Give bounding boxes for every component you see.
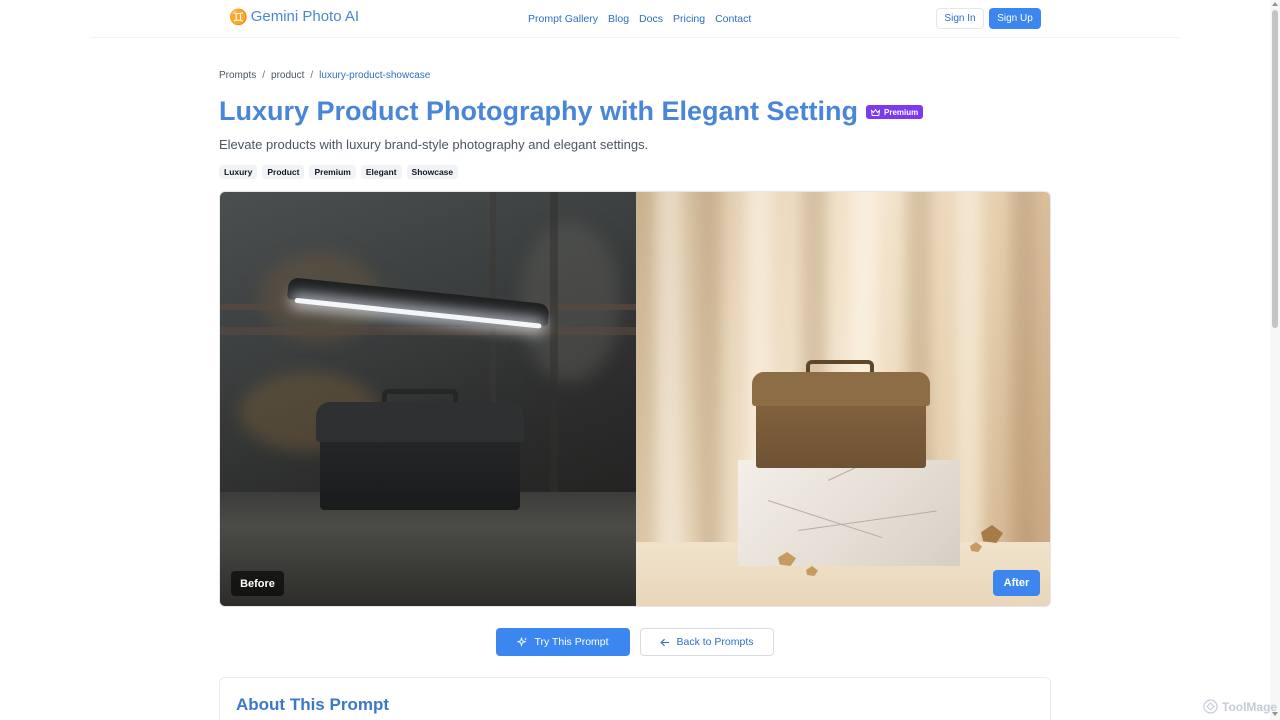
breadcrumb-current: luxury-product-showcase bbox=[319, 70, 431, 81]
sign-in-button[interactable]: Sign In bbox=[936, 8, 984, 29]
page-subtitle: Elevate products with luxury brand-style… bbox=[219, 137, 649, 152]
tag-luxury[interactable]: Luxury bbox=[219, 165, 258, 179]
breadcrumb-product[interactable]: product bbox=[271, 70, 304, 82]
about-prompt-heading: About This Prompt bbox=[236, 695, 389, 714]
tag-premium[interactable]: Premium bbox=[309, 165, 356, 179]
page-scrollbar[interactable] bbox=[1270, 0, 1280, 720]
nav-link-docs[interactable]: Docs bbox=[639, 13, 663, 26]
header-divider bbox=[90, 37, 1180, 38]
premium-badge: Premium bbox=[866, 105, 924, 119]
after-image bbox=[636, 192, 1050, 606]
back-to-prompts-button[interactable]: Back to Prompts bbox=[640, 628, 774, 656]
about-prompt-card: About This Prompt bbox=[219, 677, 1051, 720]
try-this-prompt-label: Try This Prompt bbox=[534, 636, 609, 648]
breadcrumb: Prompts / product / luxury-product-showc… bbox=[219, 70, 430, 82]
brand-name: Gemini Photo AI bbox=[250, 8, 360, 25]
sparkles-icon bbox=[517, 636, 528, 647]
breadcrumb-separator: / bbox=[262, 70, 266, 81]
scroll-up-arrow-icon[interactable] bbox=[1272, 2, 1278, 6]
tag-product[interactable]: Product bbox=[262, 165, 305, 179]
before-label: Before bbox=[231, 571, 284, 596]
breadcrumb-prompts[interactable]: Prompts bbox=[219, 70, 256, 82]
breadcrumb-separator: / bbox=[310, 70, 314, 81]
title-row: Luxury Product Photography with Elegant … bbox=[219, 94, 924, 128]
crown-icon bbox=[871, 108, 881, 116]
back-to-prompts-label: Back to Prompts bbox=[676, 636, 754, 648]
watermark-text: ToolMage bbox=[1222, 699, 1278, 714]
nav-link-blog[interactable]: Blog bbox=[608, 13, 629, 26]
toolmage-logo-icon bbox=[1203, 699, 1218, 714]
tag-showcase[interactable]: Showcase bbox=[406, 165, 459, 179]
after-label: After bbox=[993, 570, 1040, 596]
premium-badge-label: Premium bbox=[884, 107, 919, 117]
before-image bbox=[220, 192, 636, 606]
nav-link-pricing[interactable]: Pricing bbox=[673, 13, 705, 26]
arrow-left-icon bbox=[660, 638, 670, 646]
nav-link-prompt-gallery[interactable]: Prompt Gallery bbox=[528, 13, 598, 26]
main-nav: Prompt Gallery Blog Docs Pricing Contact bbox=[528, 13, 751, 26]
tag-list: Luxury Product Premium Elegant Showcase bbox=[219, 165, 459, 179]
gemini-logo-icon: ♊ bbox=[229, 8, 248, 26]
brand-logo-link[interactable]: ♊ Gemini Photo AI bbox=[229, 8, 359, 26]
sign-up-button[interactable]: Sign Up bbox=[989, 8, 1041, 29]
nav-link-contact[interactable]: Contact bbox=[715, 13, 751, 26]
try-this-prompt-button[interactable]: Try This Prompt bbox=[496, 628, 630, 656]
top-navbar: ♊ Gemini Photo AI Prompt Gallery Blog Do… bbox=[0, 0, 1270, 38]
toolmage-watermark: ToolMage bbox=[1203, 699, 1277, 714]
page-title: Luxury Product Photography with Elegant … bbox=[219, 96, 859, 126]
before-after-comparison[interactable]: Before After bbox=[219, 191, 1051, 607]
tag-elegant[interactable]: Elegant bbox=[360, 165, 402, 179]
scroll-thumb[interactable] bbox=[1272, 10, 1278, 328]
